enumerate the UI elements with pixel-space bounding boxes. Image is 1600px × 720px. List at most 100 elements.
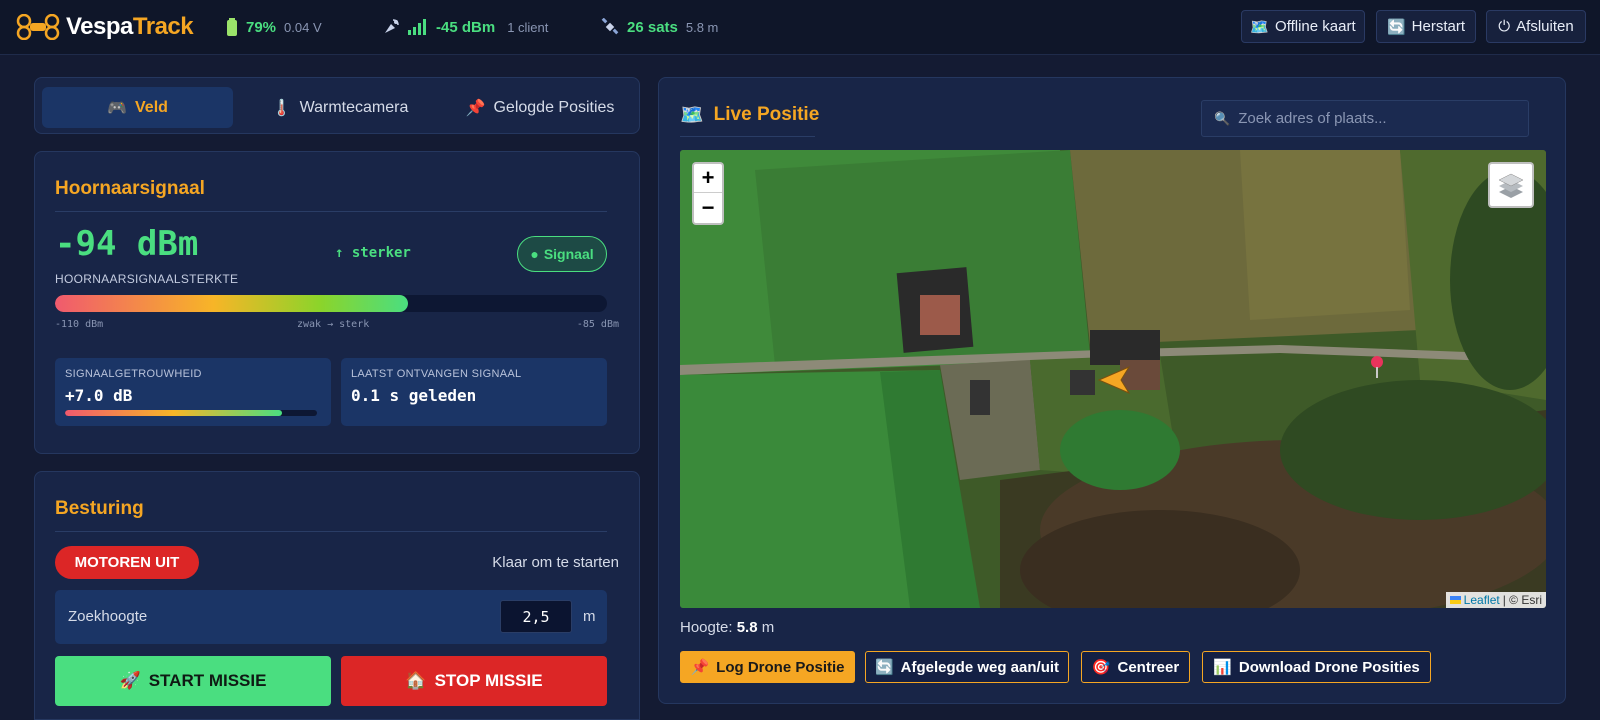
zoom-in-button[interactable]: + <box>694 164 722 193</box>
mode-tabs: 🎮 Veld 🌡️ Warmtecamera 📌 Gelogde Posities <box>34 77 640 134</box>
signal-strength-fill <box>55 295 409 312</box>
map-icon: 🗺️ <box>1250 18 1270 36</box>
search-altitude-row: Zoekhoogte m <box>55 590 607 644</box>
search-altitude-unit: m <box>583 608 596 625</box>
thermometer-icon: 🌡️ <box>271 99 292 117</box>
gps-sats: 26 sats <box>627 18 678 36</box>
brand-name-accent: Track <box>132 13 194 40</box>
search-icon: 🔍 <box>1214 110 1231 126</box>
last-signal-label: LAATST ONTVANGEN SIGNAAL <box>351 368 522 380</box>
gamepad-icon: 🎮 <box>107 99 127 117</box>
signal-strength-meter <box>55 295 607 312</box>
signal-trend: ↑ sterker <box>335 245 411 261</box>
log-drone-position-button[interactable]: 📌 Log Drone Positie <box>680 651 855 683</box>
map-icon: 🗺️ <box>680 105 704 126</box>
center-map-button[interactable]: 🎯 Centreer <box>1081 651 1190 683</box>
restart-label: Herstart <box>1411 18 1466 35</box>
tab-gelogde-posities-label: Gelogde Posities <box>493 98 615 116</box>
altitude-unit: m <box>761 619 775 636</box>
center-map-label: Centreer <box>1117 658 1180 676</box>
signal-badge-label: Signaal <box>543 246 594 262</box>
tab-veld[interactable]: 🎮 Veld <box>42 87 233 128</box>
altitude-value: 5.8 <box>736 619 758 636</box>
reliability-card: SIGNAALGETROUWHEID +7.0 dB <box>55 358 331 426</box>
map-title: 🗺️ Live Positie <box>680 103 819 127</box>
wifi-status: -45 dBm 1 client <box>382 17 548 37</box>
attribution-text: | © Esri <box>1502 593 1542 607</box>
divider <box>55 531 607 532</box>
tab-warmtecamera-label: Warmtecamera <box>299 98 409 116</box>
layers-icon <box>1498 173 1524 198</box>
gps-accuracy: 5.8 m <box>685 19 719 35</box>
layers-button[interactable] <box>1488 162 1534 208</box>
app-title: VespaTrack <box>66 13 194 41</box>
divider <box>55 211 607 212</box>
search-altitude-label: Zoekhoogte <box>68 608 148 625</box>
signal-strength-caption: HOORNAARSIGNAALSTERKTE <box>55 272 239 286</box>
reliability-bar <box>65 410 317 416</box>
toggle-trail-label: Afgelegde weg aan/uit <box>900 658 1060 676</box>
toggle-trail-button[interactable]: 🔄 Afgelegde weg aan/uit <box>865 651 1069 683</box>
last-signal-value: 0.1 s geleden <box>351 386 477 405</box>
target-icon: 🎯 <box>1091 659 1111 676</box>
offline-map-button[interactable]: 🗺️ Offline kaart <box>1241 10 1365 43</box>
battery-voltage: 0.04 V <box>284 19 322 35</box>
reliability-label: SIGNAALGETROUWHEID <box>65 368 202 380</box>
drone-logo-icon <box>16 14 60 40</box>
motor-status-badge: MOTOREN UIT <box>55 546 199 579</box>
stop-mission-label: STOP MISSIE <box>434 671 543 690</box>
battery-percent: 79% <box>246 18 277 36</box>
home-icon: 🏠 <box>405 671 427 690</box>
hornet-signal-panel: Hoornaarsignaal -94 dBm HOORNAARSIGNAALS… <box>34 151 640 454</box>
start-mission-button[interactable]: 🚀 START MISSIE <box>55 656 331 706</box>
drone-altitude-readout: Hoogte: 5.8 m <box>680 619 774 636</box>
stop-mission-button[interactable]: 🏠 STOP MISSIE <box>341 656 607 706</box>
ready-status-text: Klaar om te starten <box>492 554 619 571</box>
leaflet-link[interactable]: Leaflet <box>1464 593 1500 607</box>
zoom-out-button[interactable]: − <box>694 193 722 222</box>
offline-map-label: Offline kaart <box>1275 18 1356 35</box>
brand: VespaTrack <box>16 12 194 42</box>
brand-name-part: Vespa <box>66 13 133 40</box>
restart-button[interactable]: 🔄 Herstart <box>1376 10 1476 43</box>
zoom-control: + − <box>692 162 724 225</box>
tab-gelogde-posities[interactable]: 📌 Gelogde Posities <box>445 87 635 128</box>
signal-status-badge: ● Signaal <box>517 236 607 272</box>
wifi-clients: 1 client <box>507 19 549 35</box>
start-mission-label: START MISSIE <box>148 671 267 690</box>
live-position-panel: 🗺️ Live Positie 🔍 Zoek adres of plaats..… <box>658 77 1566 704</box>
gps-status: 26 sats 5.8 m <box>601 17 718 37</box>
last-signal-card: LAATST ONTVANGEN SIGNAAL 0.1 s geleden <box>341 358 607 426</box>
satellite-icon <box>601 18 619 35</box>
satellite-map[interactable]: + − Leaflet | © Esri <box>680 150 1546 608</box>
flag-icon <box>1449 596 1461 604</box>
download-positions-button[interactable]: 📊 Download Drone Posities <box>1202 651 1431 683</box>
map-pin-icon <box>1371 356 1383 378</box>
scale-min-label: -110 dBm <box>55 319 104 330</box>
signal-strength-value: -94 dBm <box>55 224 199 264</box>
reliability-value: +7.0 dB <box>65 386 133 405</box>
reliability-bar-fill <box>65 410 282 416</box>
tab-warmtecamera[interactable]: 🌡️ Warmtecamera <box>245 87 435 128</box>
tab-veld-label: Veld <box>135 98 168 116</box>
address-search[interactable]: 🔍 <box>1201 100 1529 137</box>
address-search-input[interactable] <box>1238 110 1519 127</box>
download-positions-label: Download Drone Posities <box>1238 658 1420 676</box>
scale-mid-label: zwak → sterk <box>297 319 370 330</box>
control-panel-title: Besturing <box>55 498 144 519</box>
shutdown-button[interactable]: ⏻ Afsluiten <box>1486 10 1586 43</box>
map-title-label: Live Positie <box>713 104 820 125</box>
altitude-label: Hoogte: <box>680 619 733 636</box>
divider <box>680 136 815 137</box>
control-panel: Besturing MOTOREN UIT Klaar om te starte… <box>34 471 640 720</box>
dot-icon: ● <box>530 246 539 262</box>
chart-icon: 📊 <box>1213 659 1232 676</box>
battery-icon <box>227 18 237 36</box>
power-icon: ⏻ <box>1498 18 1511 35</box>
scale-max-label: -85 dBm <box>576 319 619 330</box>
refresh-icon: 🔄 <box>874 659 894 676</box>
pushpin-icon: 📌 <box>465 99 486 117</box>
search-altitude-input[interactable] <box>500 600 572 633</box>
restart-icon: 🔄 <box>1386 18 1406 36</box>
signal-panel-title: Hoornaarsignaal <box>55 178 205 199</box>
